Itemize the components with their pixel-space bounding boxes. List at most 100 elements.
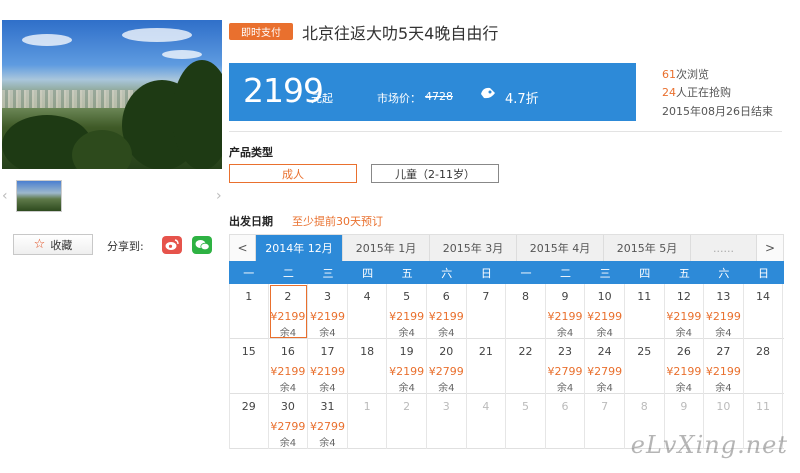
day-number: 7 (601, 400, 609, 413)
calendar-day: 15 (229, 339, 269, 394)
day-price: ¥2199 (705, 310, 741, 323)
calendar-day[interactable]: 17 ¥2199 余4 (308, 339, 348, 394)
weekday-label: 五 (678, 266, 690, 280)
day-number: 23 (558, 345, 573, 358)
day-price: ¥2799 (270, 420, 306, 433)
day-price: ¥2199 (705, 365, 741, 378)
wechat-share-icon[interactable] (192, 236, 212, 254)
tab-month[interactable]: 2015年 3月 (430, 235, 517, 261)
month-tabs: < 2014年 12月 2015年 1月 2015年 3月 2015年 4月 2… (229, 234, 784, 261)
share-label: 分享到: (107, 240, 144, 253)
calendar-day[interactable]: 6 ¥2199 余4 (427, 284, 467, 339)
booking-note: 至少提前30天预订 (292, 215, 383, 228)
day-number: 12 (676, 290, 691, 303)
calendar-day: 2 (387, 394, 427, 449)
weekday-label: 日 (758, 266, 770, 280)
day-number: 26 (676, 345, 691, 358)
views-count: 61 (662, 68, 676, 81)
calendar-day: 5 (506, 394, 546, 449)
weekday-label: 二 (282, 266, 294, 280)
day-price: ¥2199 (270, 310, 306, 323)
day-remaining: 余4 (279, 438, 297, 449)
weekday-label: 日 (480, 266, 492, 280)
day-number: 4 (363, 290, 371, 303)
calendar-day: 21 (467, 339, 507, 394)
day-price: ¥2799 (587, 365, 623, 378)
weibo-share-icon[interactable] (162, 236, 182, 254)
day-number: 30 (280, 400, 295, 413)
weekday-label: 一 (243, 266, 255, 280)
calendar-day: 7 (467, 284, 507, 339)
calendar-day[interactable]: 13 ¥2199 余4 (704, 284, 744, 339)
day-number: 29 (241, 400, 256, 413)
day-number: 3 (442, 400, 450, 413)
day-number: 1 (245, 290, 253, 303)
divider (229, 131, 782, 132)
calendar-day[interactable]: 23 ¥2799 余4 (546, 339, 586, 394)
calendar-day[interactable]: 16 ¥2199 余4 (269, 339, 309, 394)
day-number: 6 (561, 400, 569, 413)
gallery-thumbnail[interactable] (16, 180, 62, 212)
tab-more[interactable]: ...... (691, 235, 757, 261)
calendar-day[interactable]: 27 ¥2199 余4 (704, 339, 744, 394)
views-text: 次浏览 (676, 68, 709, 81)
tab-month[interactable]: 2015年 5月 (604, 235, 691, 261)
calendar-day: 1 (229, 284, 269, 339)
calendar-day[interactable]: 24 ¥2799 余4 (585, 339, 625, 394)
calendar-day[interactable]: 26 ¥2199 余4 (665, 339, 705, 394)
day-remaining: 余4 (596, 383, 613, 394)
tab-month[interactable]: 2014年 12月 (256, 235, 343, 261)
calendar-day: 6 (546, 394, 586, 449)
weekday-label: 一 (520, 266, 532, 280)
day-remaining: 余4 (438, 328, 455, 339)
option-child[interactable]: 儿童（2-11岁） (371, 164, 499, 183)
day-remaining: 余4 (675, 328, 693, 339)
gallery-next-icon[interactable]: › (216, 188, 222, 204)
buying-stat: 24人正在抢购 (662, 84, 731, 100)
tab-next-icon[interactable]: > (757, 235, 783, 261)
calendar-day[interactable]: 2 ¥2199 余4 (269, 284, 309, 339)
weekday-label: 三 (599, 266, 611, 280)
day-number: 1 (363, 400, 371, 413)
instant-pay-badge: 即时支付 (229, 23, 293, 40)
day-remaining: 余4 (319, 328, 336, 339)
calendar-week: 1 2 ¥2199 余4 3 ¥2199 余4 4 5 ¥2199 余4 6 ¥2199 余4 7 8 9 ¥21… (229, 284, 784, 339)
calendar-day: 18 (348, 339, 388, 394)
day-number: 17 (320, 345, 335, 358)
day-price: ¥2199 (389, 310, 425, 323)
calendar-day[interactable]: 9 ¥2199 余4 (546, 284, 586, 339)
tab-month[interactable]: 2015年 1月 (343, 235, 430, 261)
tab-month[interactable]: 2015年 4月 (517, 235, 604, 261)
day-number: 5 (521, 400, 529, 413)
day-remaining: 余4 (715, 328, 732, 339)
gallery-prev-icon[interactable]: ‹ (2, 188, 8, 204)
views-stat: 61次浏览 (662, 66, 709, 82)
calendar-day: 4 (348, 284, 388, 339)
day-number: 8 (521, 290, 529, 303)
calendar-day[interactable]: 19 ¥2199 余4 (387, 339, 427, 394)
day-remaining: 余4 (319, 438, 336, 449)
calendar-day[interactable]: 20 ¥2799 余4 (427, 339, 467, 394)
weekday-label: 六 (718, 266, 730, 280)
calendar-day[interactable]: 5 ¥2199 余4 (387, 284, 427, 339)
day-number: 10 (597, 290, 612, 303)
weekday-label: 四 (362, 266, 374, 280)
calendar-day[interactable]: 3 ¥2199 余4 (308, 284, 348, 339)
day-price: ¥2199 (389, 365, 425, 378)
calendar-day[interactable]: 12 ¥2199 余4 (665, 284, 705, 339)
calendar-day[interactable]: 30 ¥2799 余4 (269, 394, 309, 449)
calendar-day[interactable]: 10 ¥2199 余4 (585, 284, 625, 339)
day-number: 5 (403, 290, 411, 303)
discount-value: 4.7折 (505, 92, 539, 107)
calendar-day[interactable]: 31 ¥2799 余4 (308, 394, 348, 449)
day-number: 4 (482, 400, 490, 413)
option-adult[interactable]: 成人 (229, 164, 357, 183)
calendar-day: 3 (427, 394, 467, 449)
calendar-day: 28 (744, 339, 784, 394)
favorite-button[interactable]: ☆ 收藏 (13, 234, 93, 255)
calendar-day: 8 (506, 284, 546, 339)
day-number: 11 (637, 290, 652, 303)
weekday-label: 五 (401, 266, 413, 280)
tab-prev-icon[interactable]: < (230, 235, 256, 261)
day-remaining: 余4 (398, 328, 415, 339)
